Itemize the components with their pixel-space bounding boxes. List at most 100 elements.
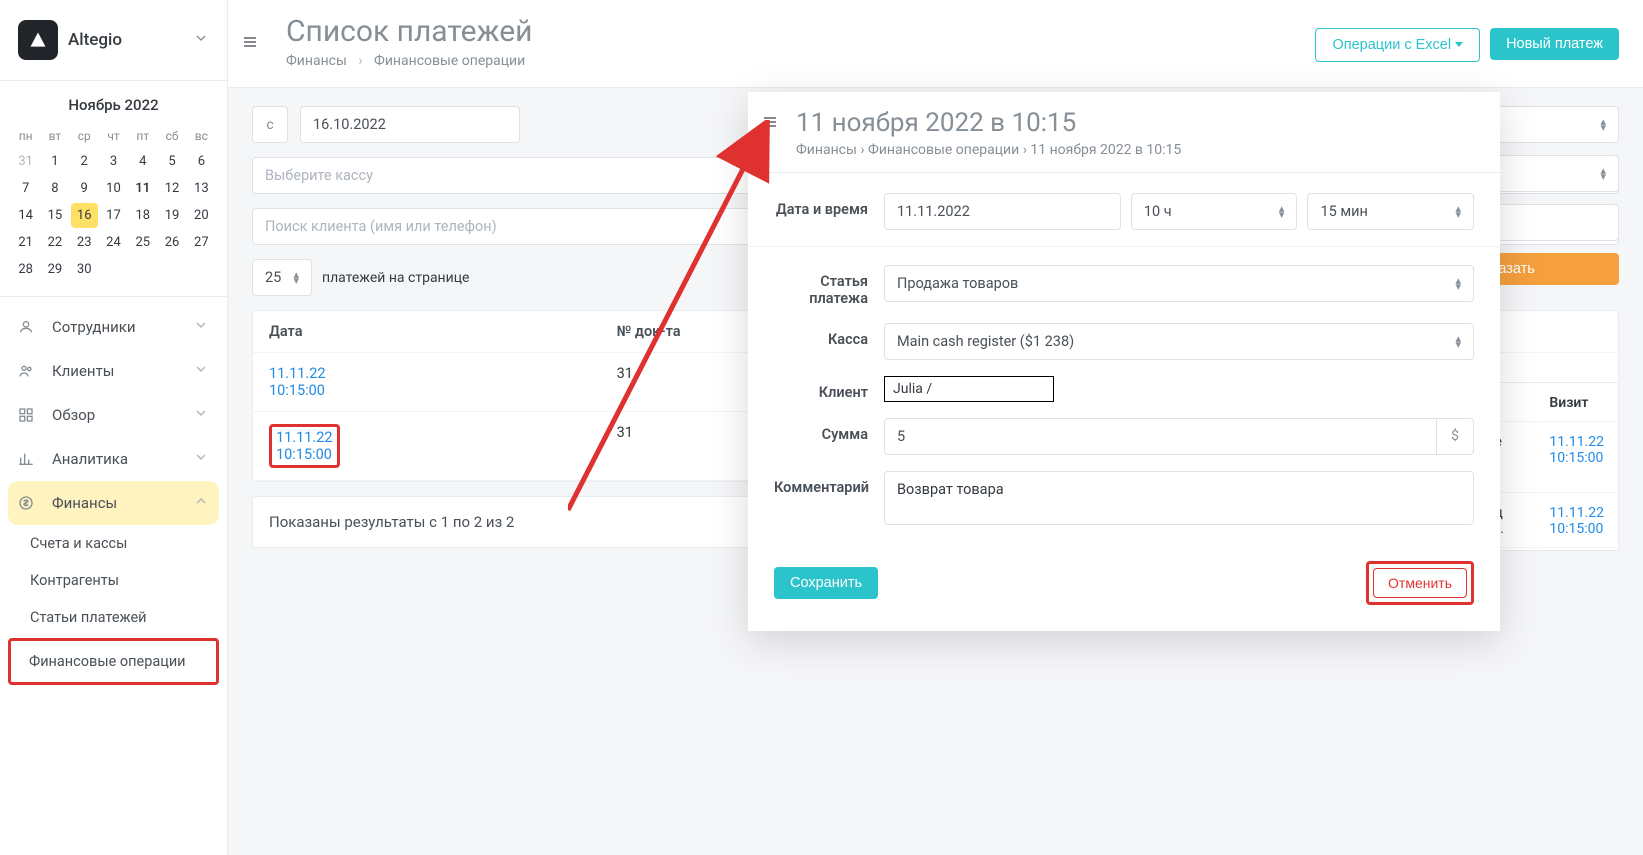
save-button[interactable]: Сохранить (774, 567, 878, 599)
nav-item-overview[interactable]: Обзор (0, 393, 227, 437)
calendar-dow: пт (129, 125, 156, 147)
calendar-dow: вс (188, 125, 215, 147)
nav-sub-articles[interactable]: Статьи платежей (0, 599, 227, 636)
label-sum: Сумма (774, 418, 884, 443)
new-payment-button[interactable]: Новый платеж (1490, 28, 1619, 60)
user-icon (18, 319, 40, 335)
chevron-down-icon (193, 405, 209, 425)
nav-item-finance[interactable]: Финансы (8, 481, 219, 525)
label-cash: Касса (774, 323, 884, 348)
nav-label: Клиенты (52, 362, 114, 380)
calendar-day[interactable]: 6 (188, 149, 215, 174)
nav-list: Сотрудники Клиенты Обзор Аналитика Финан (0, 297, 227, 855)
calendar-dow: чт (100, 125, 127, 147)
calendar-day[interactable]: 11 (129, 176, 156, 201)
nav-sub-accounts[interactable]: Счета и кассы (0, 525, 227, 562)
calendar-day[interactable]: 22 (41, 230, 68, 255)
label-client: Клиент (774, 376, 884, 401)
calendar-day[interactable]: 26 (158, 230, 185, 255)
modal-menu-icon[interactable] (762, 114, 778, 158)
modal-client-input[interactable]: Julia / (884, 376, 1054, 402)
grid-icon (18, 407, 40, 423)
nav-item-employees[interactable]: Сотрудники (0, 305, 227, 349)
label-article: Статья платежа (774, 265, 884, 307)
calendar-day[interactable]: 31 (12, 149, 39, 174)
calendar-day[interactable]: 14 (12, 203, 39, 228)
label-comment: Комментарий (774, 471, 884, 496)
calendar-day[interactable]: 2 (71, 149, 98, 174)
visit-link[interactable]: 11.11.2210:15:00 (1537, 424, 1616, 493)
calendar-day[interactable]: 1 (41, 149, 68, 174)
date-from-label: с (252, 106, 288, 143)
nav-item-analytics[interactable]: Аналитика (0, 437, 227, 481)
calendar-dow: ср (71, 125, 98, 147)
calendar-day[interactable]: 27 (188, 230, 215, 255)
modal-comment-textarea[interactable]: Возврат товара (884, 471, 1474, 525)
brand-logo (18, 20, 58, 60)
calendar-widget: Ноябрь 2022 пнвтсрчтптсбвс31123456789101… (0, 81, 227, 297)
modal-title: 11 ноября 2022 в 10:15 (796, 108, 1181, 138)
calendar-day[interactable]: 7 (12, 176, 39, 201)
calendar-day[interactable]: 10 (100, 176, 127, 201)
calendar-day[interactable]: 17 (100, 203, 127, 228)
chevron-up-icon (193, 493, 209, 513)
dollar-icon (18, 495, 40, 511)
calendar-day[interactable]: 15 (41, 203, 68, 228)
brand-switcher[interactable]: Altegio (0, 0, 227, 81)
chart-icon (18, 451, 40, 467)
calendar-day[interactable]: 28 (12, 257, 39, 282)
col-visit: Визит (1537, 385, 1616, 422)
payment-modal: 11 ноября 2022 в 10:15 Финансы › Финансо… (748, 92, 1500, 631)
breadcrumb: Финансы › Финансовые операции (286, 53, 532, 69)
page-size-select[interactable]: 25▴▾ (252, 259, 312, 296)
breadcrumb-1[interactable]: Финансы (286, 53, 347, 69)
calendar-day[interactable]: 13 (188, 176, 215, 201)
calendar-dow: вт (41, 125, 68, 147)
breadcrumb-sep: › (358, 53, 362, 69)
calendar-day[interactable]: 3 (100, 149, 127, 174)
calendar-day[interactable]: 24 (100, 230, 127, 255)
breadcrumb-2: Финансовые операции (374, 53, 525, 69)
calendar-prev[interactable] (12, 95, 20, 115)
nav-item-clients[interactable]: Клиенты (0, 349, 227, 393)
calendar-day[interactable]: 16 (71, 203, 98, 228)
nav-sub-contractors[interactable]: Контрагенты (0, 562, 227, 599)
calendar-day[interactable]: 19 (158, 203, 185, 228)
calendar-day[interactable]: 30 (71, 257, 98, 282)
calendar-day[interactable]: 9 (71, 176, 98, 201)
modal-cash-select[interactable]: Main cash register ($1 238)▴▾ (884, 323, 1474, 360)
payment-date-link[interactable]: 11.11.2210:15:00 (269, 365, 326, 399)
excel-operations-button[interactable]: Операции с Excel (1315, 28, 1480, 62)
sidebar: Altegio Ноябрь 2022 пнвтсрчтптсбвс311234… (0, 0, 228, 855)
calendar-dow: сб (158, 125, 185, 147)
modal-minute-select[interactable]: 15 мин▴▾ (1307, 193, 1474, 230)
calendar-day[interactable]: 4 (129, 149, 156, 174)
modal-sum-input[interactable]: 5 (884, 418, 1437, 455)
calendar-day[interactable]: 8 (41, 176, 68, 201)
calendar-day[interactable]: 23 (71, 230, 98, 255)
payment-date-link[interactable]: 11.11.2210:15:00 (269, 424, 340, 468)
calendar-day[interactable]: 5 (158, 149, 185, 174)
modal-article-select[interactable]: Продажа товаров▴▾ (884, 265, 1474, 302)
calendar-day[interactable]: 25 (129, 230, 156, 255)
cancel-highlight: Отменить (1366, 561, 1474, 605)
calendar-day[interactable]: 20 (188, 203, 215, 228)
calendar-day[interactable]: 21 (12, 230, 39, 255)
cancel-button[interactable]: Отменить (1373, 568, 1467, 598)
date-from-input[interactable]: 16.10.2022 (300, 106, 520, 143)
modal-date-input[interactable]: 11.11.2022 (884, 193, 1121, 230)
modal-hour-select[interactable]: 10 ч▴▾ (1131, 193, 1298, 230)
calendar-day[interactable]: 29 (41, 257, 68, 282)
nav-sub-finops[interactable]: Финансовые операции (8, 638, 219, 685)
calendar-dow: пн (12, 125, 39, 147)
chevron-down-icon (193, 30, 209, 50)
label-datetime: Дата и время (774, 193, 884, 218)
main-area: Список платежей Финансы › Финансовые опе… (228, 0, 1643, 855)
menu-toggle-icon[interactable] (242, 34, 268, 54)
calendar-next[interactable] (207, 95, 215, 115)
calendar-month-title: Ноябрь 2022 (68, 96, 158, 114)
calendar-day[interactable]: 18 (129, 203, 156, 228)
nav-label: Аналитика (52, 450, 128, 468)
visit-link[interactable]: 11.11.2210:15:00 (1537, 495, 1616, 548)
calendar-day[interactable]: 12 (158, 176, 185, 201)
